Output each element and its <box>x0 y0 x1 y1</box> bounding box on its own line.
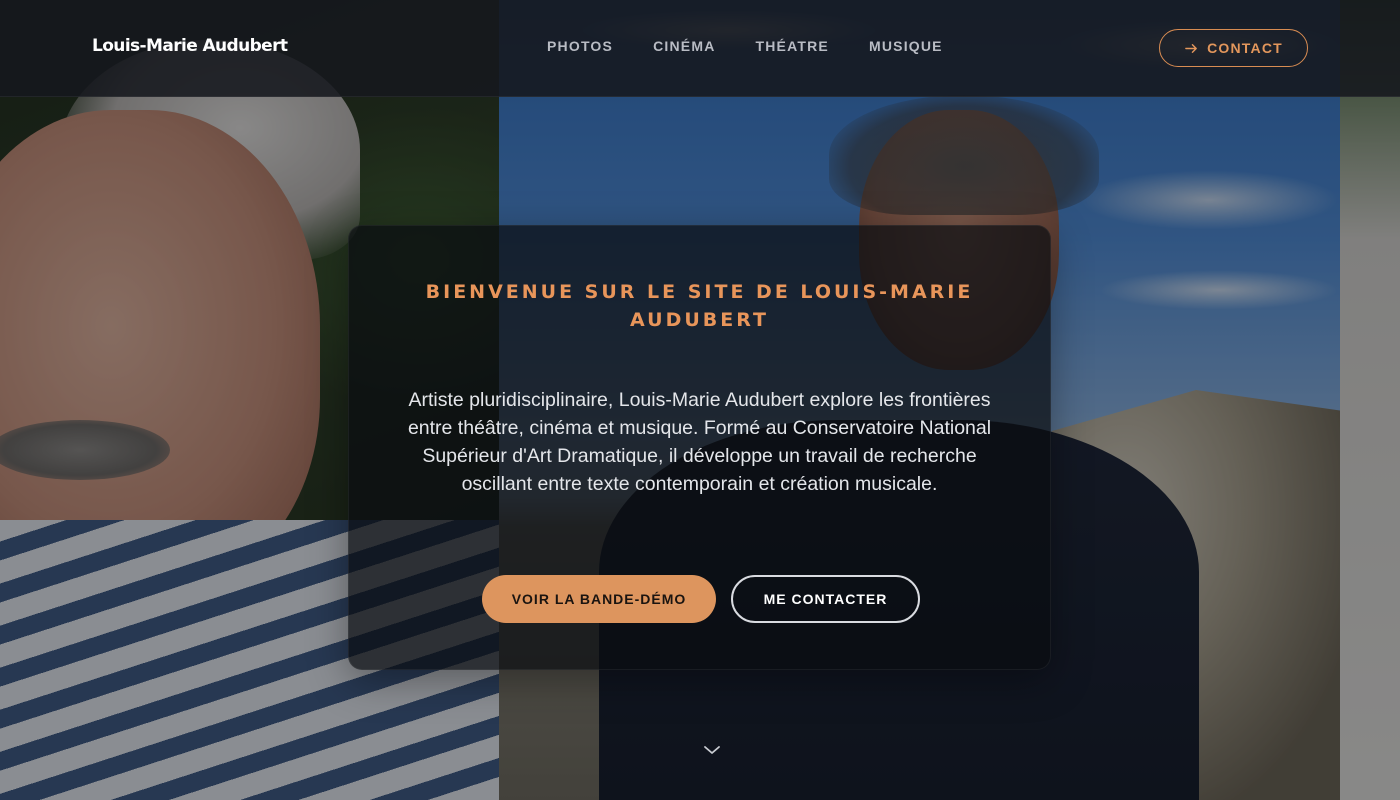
site-header: Louis-Marie Audubert PHOTOS CINÉMA THÉAT… <box>0 0 1400 97</box>
nav-item-photos[interactable]: PHOTOS <box>547 38 613 54</box>
nav-item-theatre[interactable]: THÉATRE <box>756 38 829 54</box>
arrow-right-icon <box>1185 43 1197 53</box>
contact-button[interactable]: CONTACT <box>1159 29 1308 67</box>
contact-button-label: CONTACT <box>1207 40 1283 56</box>
chevron-down-icon[interactable] <box>702 743 722 757</box>
nav-item-musique[interactable]: MUSIQUE <box>869 38 943 54</box>
artist-description: Artiste pluridisciplinaire, Louis-Marie … <box>407 389 992 495</box>
main-nav: PHOTOS CINÉMA THÉATRE MUSIQUE <box>547 38 943 54</box>
welcome-card: BIENVENUE SUR LE SITE DE LOUIS-MARIE AUD… <box>348 225 1051 670</box>
contact-me-button[interactable]: ME CONTACTER <box>731 575 920 623</box>
site-logo[interactable]: Louis-Marie Audubert <box>92 36 288 56</box>
welcome-title: BIENVENUE SUR LE SITE DE LOUIS-MARIE AUD… <box>425 281 974 331</box>
nav-item-cinema[interactable]: CINÉMA <box>653 38 715 54</box>
showreel-button[interactable]: VOIR LA BANDE-DÉMO <box>482 575 716 623</box>
